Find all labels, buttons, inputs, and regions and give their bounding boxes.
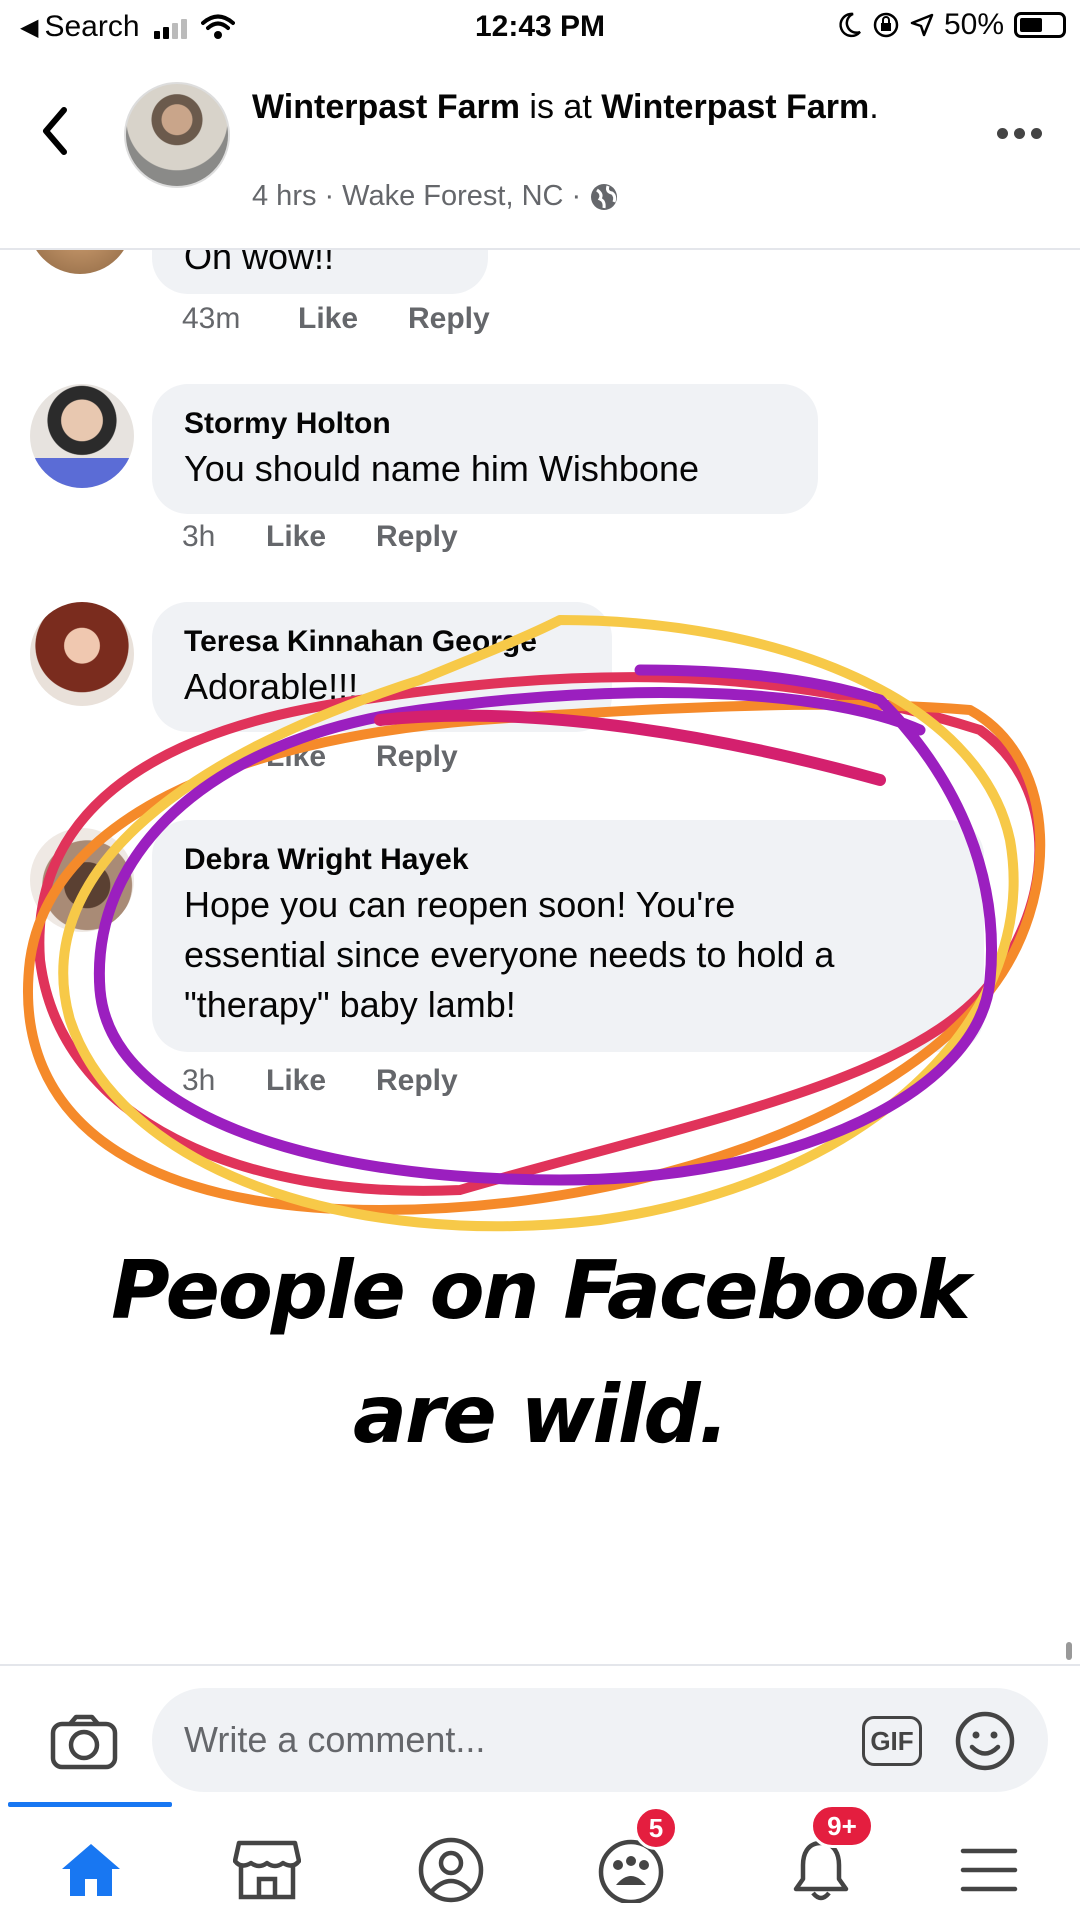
commenter-avatar[interactable] [28, 250, 132, 274]
battery-icon [1014, 12, 1066, 38]
stayhome-frame [30, 458, 134, 488]
tab-groups[interactable]: 5 [586, 1806, 678, 1908]
menu-icon [960, 1848, 1018, 1892]
comment-text: Oh wow!! [184, 250, 335, 277]
post-title: Winterpast Farm is at Winterpast Farm. [252, 84, 892, 130]
profile-icon [418, 1837, 484, 1903]
groups-badge: 5 [634, 1806, 678, 1850]
like-button[interactable]: Like [266, 740, 376, 774]
comment-text-line: essential since everyone needs to hold a [184, 934, 835, 975]
place-link[interactable]: Winterpast Farm [601, 88, 869, 126]
commenter-avatar[interactable] [30, 828, 134, 932]
reply-button[interactable]: Reply [376, 740, 458, 774]
comment-author[interactable]: Stormy Holton [184, 404, 786, 444]
tab-notifications[interactable]: 9+ [776, 1804, 874, 1908]
comment-text: Adorable!!! [184, 666, 359, 707]
comment-time: 3h [182, 520, 216, 553]
comment-actions: 43m Like Reply [182, 302, 490, 336]
meta-separator-2: · [571, 180, 582, 212]
title-suffix: . [869, 88, 879, 126]
comment-time: 3h [182, 1064, 216, 1097]
marketplace-icon [233, 1840, 301, 1900]
comment-bubble: Teresa Kinnahan George Adorable!!! [152, 602, 612, 732]
commenter-avatar[interactable] [30, 384, 134, 488]
active-tab-indicator [8, 1802, 172, 1807]
comment-bubble: Stormy Holton You should name him Wishbo… [152, 384, 818, 514]
comment-bubble: Oh wow!! [152, 250, 488, 294]
tab-menu[interactable] [944, 1832, 1034, 1908]
like-button[interactable]: Like [266, 1064, 376, 1098]
location-icon [910, 13, 934, 37]
lock-rotation-icon [873, 12, 899, 38]
scrollbar-thumb[interactable] [1066, 1642, 1072, 1660]
like-button[interactable]: Like [298, 302, 408, 336]
camera-icon[interactable] [50, 1714, 118, 1770]
post-header: Winterpast Farm is at Winterpast Farm. 4… [0, 56, 1080, 250]
meta-separator: · [324, 180, 335, 212]
reply-button[interactable]: Reply [376, 1064, 458, 1098]
notifications-badge: 9+ [810, 1804, 874, 1848]
comment-text-line: Hope you can reopen soon! You're [184, 884, 736, 925]
page-name-link[interactable]: Winterpast Farm [252, 88, 520, 126]
comment-actions: 3h Like Reply [182, 1064, 458, 1098]
reply-button[interactable]: Reply [376, 520, 458, 554]
post-location[interactable]: Wake Forest, NC [342, 180, 563, 213]
moon-icon [839, 12, 861, 38]
reply-button[interactable]: Reply [408, 302, 490, 336]
home-icon [62, 1844, 120, 1896]
caption-line-2: are wild. [353, 1368, 729, 1461]
comment-actions: 3h Like Reply [182, 520, 458, 554]
comment-author[interactable]: Debra Wright Hayek [184, 840, 952, 880]
title-connector: is at [519, 88, 602, 126]
globe-icon [591, 183, 618, 210]
comment-time: 43m [182, 302, 241, 335]
comment-text: You should name him Wishbone [184, 448, 699, 489]
page-avatar[interactable] [124, 82, 230, 188]
comment-bubble: Debra Wright Hayek Hope you can reopen s… [152, 820, 984, 1052]
comment-composer: GIF [0, 1664, 1080, 1804]
comment-actions: Like Reply [182, 740, 458, 774]
more-options-icon[interactable] [997, 128, 1042, 139]
tab-marketplace[interactable] [222, 1832, 312, 1908]
bottom-tab-bar: 5 9+ [0, 1802, 1080, 1920]
tab-profile[interactable] [406, 1832, 496, 1908]
comment-time [182, 740, 266, 774]
commenter-avatar[interactable] [30, 602, 134, 706]
post-time[interactable]: 4 hrs [252, 180, 316, 213]
gif-button[interactable]: GIF [862, 1716, 922, 1766]
tab-home[interactable] [46, 1832, 136, 1908]
post-meta: 4 hrs · Wake Forest, NC · [252, 180, 619, 213]
status-bar: ◀ Search 12:43 PM 50% [0, 0, 1080, 56]
battery-percent: 50% [943, 8, 1004, 41]
comments-list: Oh wow!! 43m Like Reply Stormy Holton Yo… [0, 250, 1080, 1660]
like-button[interactable]: Like [266, 520, 376, 554]
back-chevron-icon[interactable] [40, 106, 70, 156]
caption-line-1: People on Facebook [111, 1244, 971, 1337]
emoji-icon[interactable] [954, 1710, 1016, 1772]
comment-author[interactable]: Teresa Kinnahan George [184, 622, 580, 662]
comment-text-line: "therapy" baby lamb! [184, 984, 516, 1025]
